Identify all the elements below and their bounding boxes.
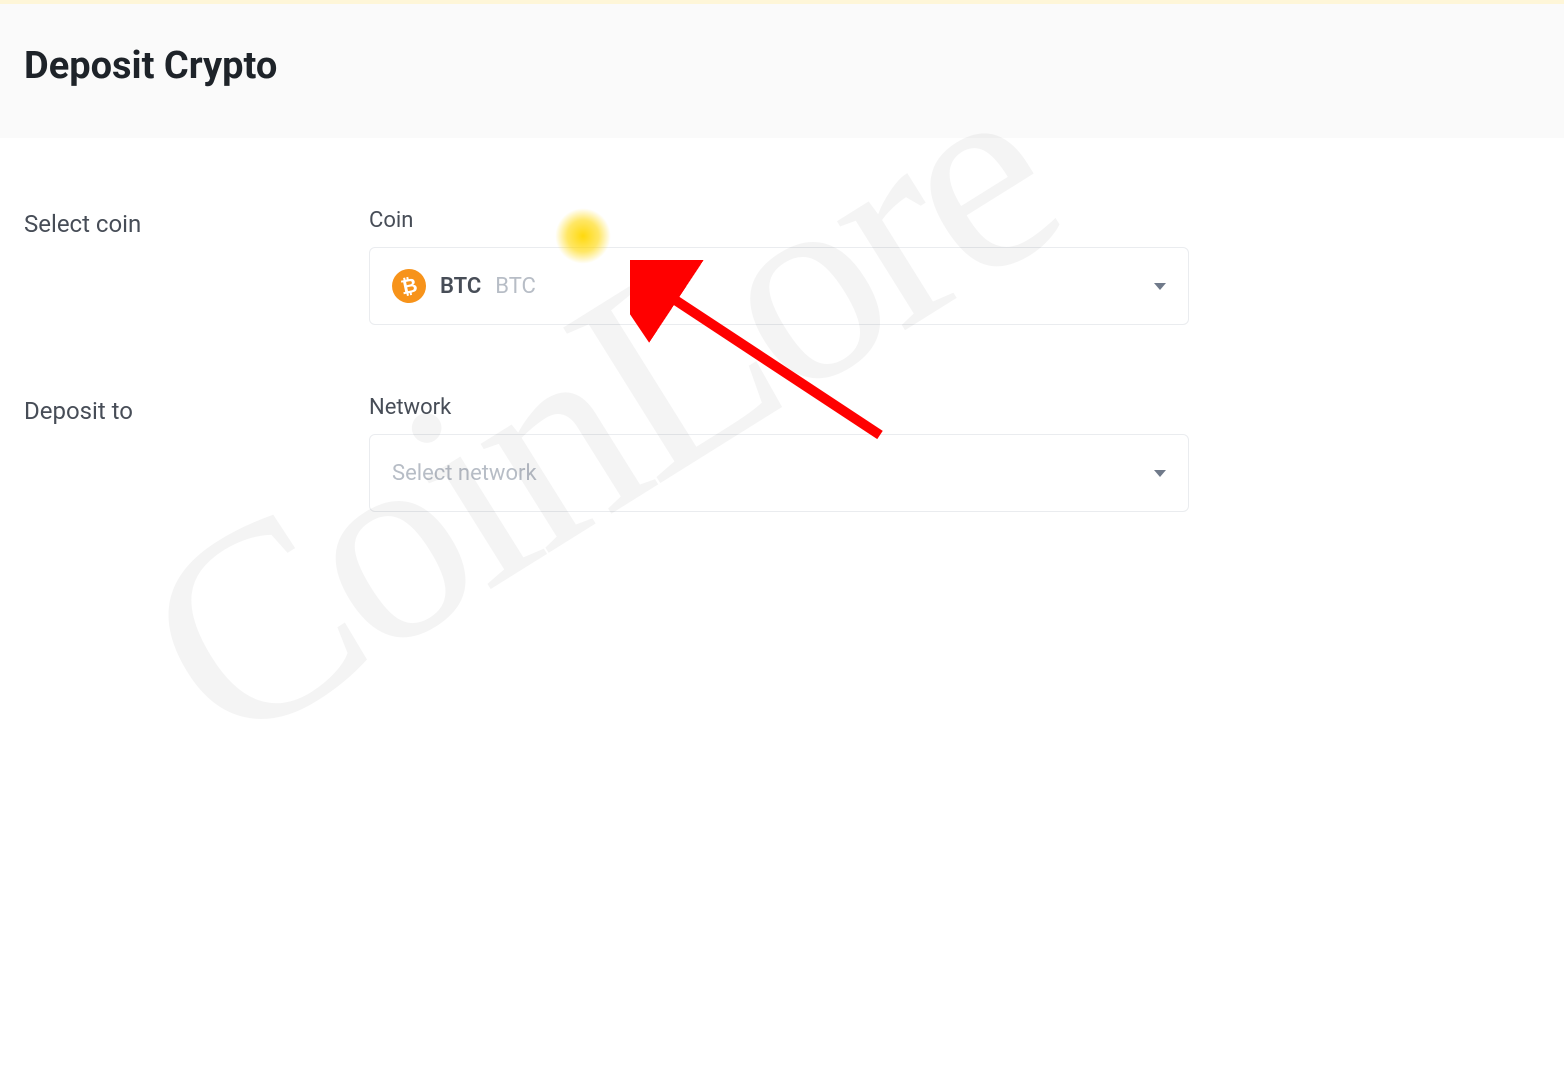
coin-dropdown[interactable]: ₿ BTC BTC <box>369 247 1189 325</box>
coin-symbol-text: BTC <box>440 274 481 299</box>
chevron-down-icon <box>1154 283 1166 290</box>
network-field-label: Network <box>369 395 1189 420</box>
network-dropdown[interactable]: Select network <box>369 434 1189 512</box>
page-header: Deposit Crypto <box>0 0 1564 138</box>
chevron-down-icon <box>1154 470 1166 477</box>
bitcoin-icon-glyph: ₿ <box>398 272 419 300</box>
select-coin-row: Select coin Coin ₿ BTC BTC <box>24 208 1540 325</box>
network-placeholder: Select network <box>392 461 537 486</box>
deposit-to-row-label: Deposit to <box>24 395 369 425</box>
select-coin-row-label: Select coin <box>24 208 369 238</box>
coin-field-area: Coin ₿ BTC BTC <box>369 208 1189 325</box>
network-dropdown-value: Select network <box>392 461 537 486</box>
coin-field-label: Coin <box>369 208 1189 233</box>
coin-name-text: BTC <box>495 274 536 299</box>
content-area: Select coin Coin ₿ BTC BTC Deposit to Ne… <box>0 138 1564 582</box>
page-title: Deposit Crypto <box>24 44 1540 88</box>
coin-dropdown-value: ₿ BTC BTC <box>392 269 536 303</box>
bitcoin-icon: ₿ <box>389 266 429 306</box>
deposit-to-row: Deposit to Network Select network <box>24 395 1540 512</box>
network-field-area: Network Select network <box>369 395 1189 512</box>
